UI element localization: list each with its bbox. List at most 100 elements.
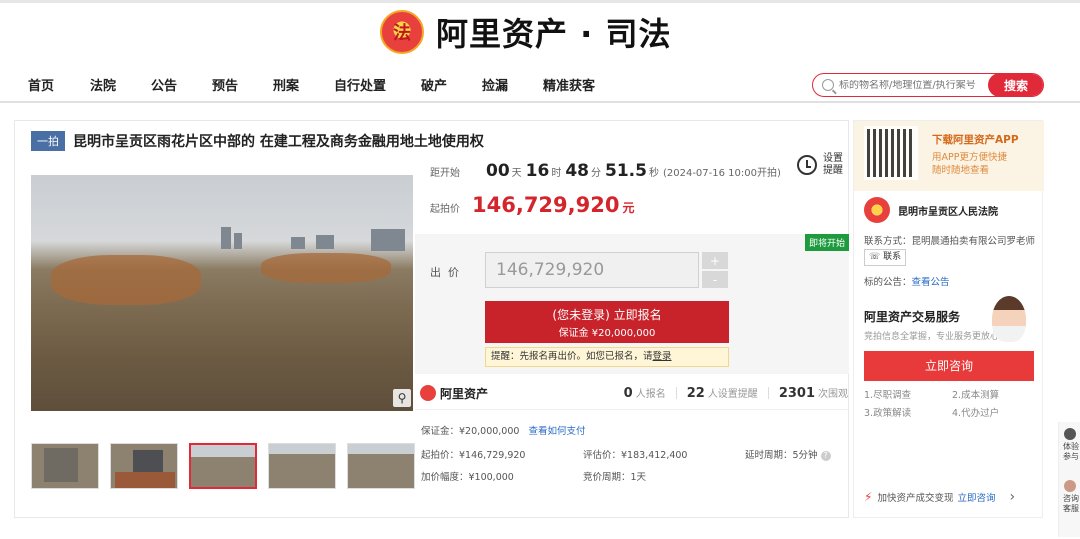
login-tip: 提醒：先报名再出价。如您已报名，请登录 (485, 347, 729, 367)
listing-card: 一拍 昆明市呈贡区雨花片区中部的 在建工程及商务金融用地土地使用权 ⚲ 距开始 … (14, 120, 849, 518)
bid-label: 出 价 (430, 266, 459, 279)
start-price-value: 146,729,920 (472, 193, 620, 217)
search-bar: 搜索 (812, 73, 1044, 97)
start-price-row: 起拍价 146,729,920 元 (430, 193, 634, 217)
nav-item-announcement[interactable]: 公告 (151, 75, 177, 94)
remind-label: 设置 提醒 (823, 153, 843, 176)
consultant-avatar (992, 296, 1026, 342)
listing-title: 昆明市呈贡区雨花片区中部的 在建工程及商务金融用地土地使用权 (73, 134, 484, 150)
detail-period: 竞价周期：1天 (583, 472, 647, 483)
court-emblem-icon: 法 (380, 10, 424, 54)
nav-item-court[interactable]: 法院 (90, 75, 116, 94)
fast-consult-link[interactable]: 立即咨询 (957, 490, 995, 504)
consult-button[interactable]: 立即咨询 (864, 351, 1034, 381)
court-info[interactable]: 昆明市呈贡区人民法院 (864, 197, 998, 223)
bid-box: 即将开始 出 价 146,729,920 + - (您未登录) 立即报名 保证金… (415, 234, 849, 374)
remind-button[interactable]: 设置 提醒 (797, 153, 843, 177)
service-item[interactable]: 2.成本测算 (952, 387, 1040, 401)
start-time: (2024-07-16 10:00开拍) (662, 168, 781, 179)
bid-input[interactable]: 146,729,920 (485, 252, 699, 288)
court-name: 昆明市呈贡区人民法院 (898, 206, 998, 218)
reminder-count: 22 人设置提醒 (686, 386, 758, 401)
qr-code-icon (864, 126, 918, 180)
bid-stepper: + - (702, 252, 728, 288)
stats-row: 阿里资产 0 人报名 22 人设置提醒 2301 次围观 (420, 383, 848, 403)
thumbnail-strip (31, 443, 415, 489)
countdown: 距开始 00 天 16 时 48 分 51.5 秒 (2024-07-16 10:00开… (430, 161, 781, 181)
fast-sale-row[interactable]: ⚡ 加快资产成交变现 立即咨询 › (864, 489, 1015, 505)
view-count: 2301 次围观 (778, 386, 848, 401)
nav-divider (0, 101, 1080, 103)
bolt-icon: ⚡ (864, 490, 873, 504)
thumbnail[interactable] (31, 443, 99, 489)
service-avatar-icon[interactable] (1064, 480, 1076, 492)
notice-row: 标的公告：查看公告 (864, 277, 950, 288)
top-border (0, 0, 1080, 3)
service-item[interactable]: 1.尽职调查 (864, 387, 952, 401)
thumbnail-active[interactable] (189, 443, 257, 489)
contact-button[interactable]: ☏ 联系 (864, 249, 907, 266)
main-photo[interactable]: ⚲ (31, 175, 413, 411)
decrease-button[interactable]: - (702, 271, 728, 288)
register-deposit: 保证金 ¥20,000,000 (558, 328, 656, 339)
start-price-label: 起拍价 (430, 204, 460, 215)
nav-item-precision[interactable]: 精准获客 (543, 75, 595, 94)
app-download[interactable]: 下载阿里资产APP 用APP更方便快捷 随时随地查看 (854, 121, 1044, 191)
chevron-right-icon: › (1009, 489, 1016, 505)
ali-name: 阿里资产 (440, 386, 489, 401)
detail-increment: 加价幅度：¥100,000 (421, 472, 514, 483)
sidebar: 下载阿里资产APP 用APP更方便快捷 随时随地查看 昆明市呈贡区人民法院 联系方… (853, 120, 1044, 518)
countdown-label: 距开始 (430, 168, 460, 179)
login-link[interactable]: 登录 (653, 351, 672, 362)
service-banner: 阿里资产交易服务 竞拍信息全掌握，专业服务更放心 (864, 296, 1036, 346)
countdown-hours: 16 (525, 161, 550, 181)
thumbnail[interactable] (268, 443, 336, 489)
increase-button[interactable]: + (702, 252, 728, 269)
listing-title-row: 一拍 昆明市呈贡区雨花片区中部的 在建工程及商务金融用地土地使用权 (31, 131, 484, 151)
thumbnail[interactable] (347, 443, 415, 489)
search-input[interactable] (839, 79, 999, 91)
detail-appraisal: 评估价：¥183,412,400 (583, 450, 688, 461)
brand-name: 阿里资产 · 司法 (436, 15, 672, 53)
service-item[interactable]: 4.代办过户 (952, 405, 1040, 419)
app-subtitle: 用APP更方便快捷 随时随地查看 (932, 152, 1007, 176)
nav-item-self-disposal[interactable]: 自行处置 (334, 75, 386, 94)
detail-delay: 延时周期：5分钟 ? (745, 447, 831, 461)
register-button[interactable]: (您未登录) 立即报名 保证金 ¥20,000,000 (485, 301, 729, 343)
service-subtitle: 竞拍信息全掌握，专业服务更放心 (864, 332, 1000, 342)
thumbnail[interactable] (110, 443, 178, 489)
service-list: 1.尽职调查 2.成本测算 3.政策解读 4.代办过户 (864, 387, 1040, 419)
deposit-row: 保证金：¥20,000,000 查看如何支付 (421, 426, 586, 437)
contact-info: 联系方式：昆明晨通拍卖有限公司罗老师 ☏ 联系 (864, 234, 1040, 266)
search-icon (822, 79, 834, 91)
brand-logo[interactable]: 法 阿里资产 · 司法 (380, 6, 671, 58)
round-tag: 一拍 (31, 131, 65, 151)
pay-link[interactable]: 查看如何支付 (528, 426, 585, 437)
stats-divider (415, 409, 849, 410)
search-button[interactable]: 搜索 (988, 74, 1043, 96)
notice-link[interactable]: 查看公告 (912, 277, 950, 288)
floating-toolbar: 体验 参与 咨询 客服 (1058, 422, 1080, 537)
nav-item-bargain[interactable]: 捡漏 (482, 75, 508, 94)
countdown-days: 00 (486, 161, 510, 181)
detail-start-price: 起拍价：¥146,729,920 (421, 450, 526, 461)
price-unit: 元 (622, 201, 635, 215)
status-badge: 即将开始 (804, 234, 849, 251)
service-title: 阿里资产交易服务 (864, 310, 961, 324)
ali-logo-icon (420, 385, 436, 401)
countdown-minutes: 48 (565, 161, 590, 181)
magnifier-icon[interactable]: ⚲ (393, 389, 411, 407)
nav-item-home[interactable]: 首页 (28, 75, 54, 94)
app-title: 下载阿里资产APP (932, 134, 1019, 146)
nav-item-criminal[interactable]: 刑案 (273, 75, 299, 94)
service-item[interactable]: 3.政策解读 (864, 405, 952, 419)
nav-item-preview[interactable]: 预告 (212, 75, 238, 94)
signup-count: 0 人报名 (623, 386, 666, 401)
help-icon[interactable]: ? (820, 451, 831, 461)
clock-icon (797, 155, 817, 175)
wrench-icon[interactable] (1064, 428, 1076, 440)
countdown-seconds: 51.5 (605, 161, 647, 181)
register-label: (您未登录) 立即报名 (552, 308, 662, 322)
court-emblem-icon (864, 197, 890, 223)
nav-item-bankruptcy[interactable]: 破产 (421, 75, 447, 94)
